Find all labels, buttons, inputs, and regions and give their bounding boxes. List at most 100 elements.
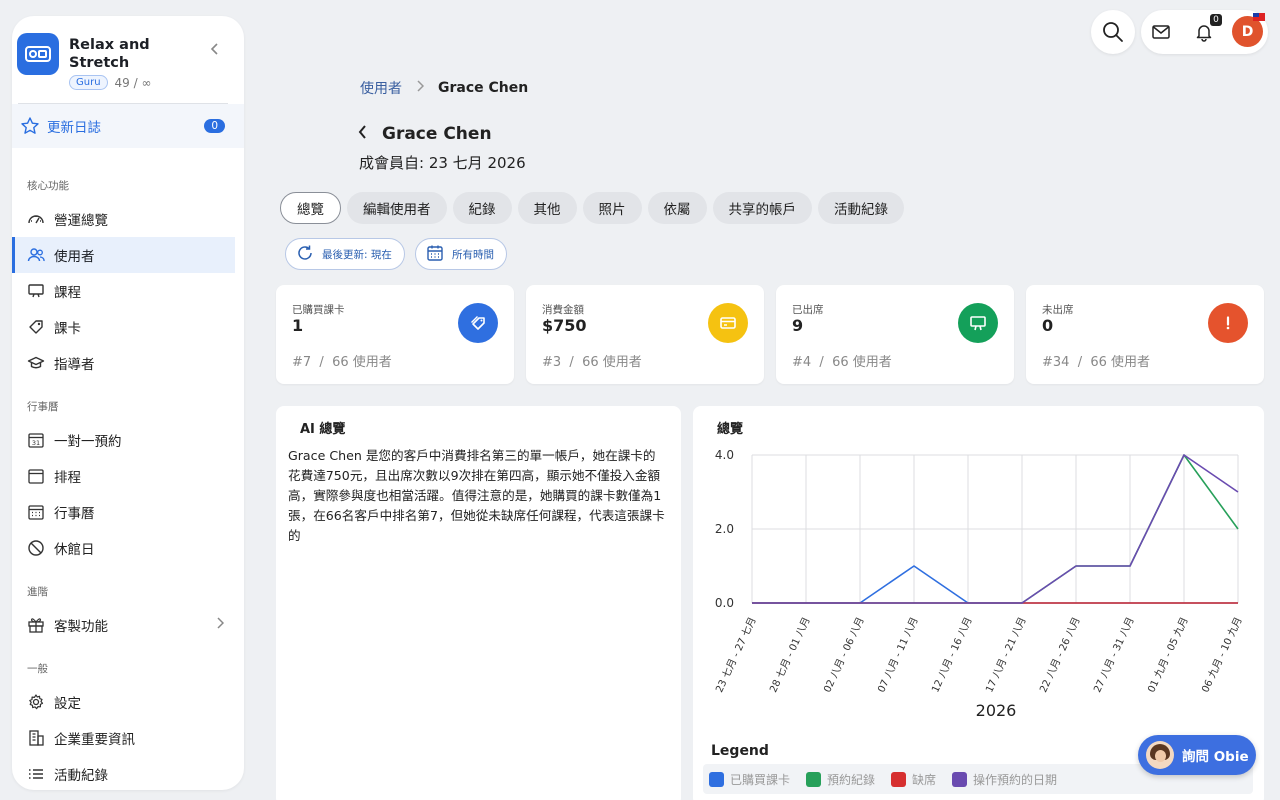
stat-rank: #7 / 66 使用者 — [292, 355, 392, 370]
changelog-label: 更新日誌 — [47, 120, 101, 136]
sidebar-item[interactable]: 排程 — [12, 458, 244, 494]
legend-title: Legend — [711, 743, 769, 759]
x-tick-label: 07 八月 - 11 八月 — [875, 615, 920, 694]
sidebar-item[interactable]: 31 一對一預約 — [12, 422, 244, 458]
stat-rank-number: #34 — [1042, 355, 1070, 370]
y-tick-label: 4.0 — [715, 448, 734, 462]
list-icon — [27, 765, 45, 783]
time-range-label: 所有時間 — [452, 248, 494, 261]
legend-swatch — [806, 771, 822, 787]
sidebar-section-title: 進階 — [27, 586, 48, 598]
stat-card: 已購買課卡 1 #7 / 66 使用者 — [276, 285, 514, 384]
calendar-31-icon: 31 — [27, 431, 45, 449]
chevron-right-icon — [416, 80, 425, 96]
exclamation-icon — [1208, 303, 1248, 343]
stat-rank-number: #7 — [292, 355, 312, 370]
title-row: Grace Chen — [358, 123, 492, 144]
time-range-chip[interactable]: 所有時間 — [415, 238, 507, 270]
sidebar-item[interactable]: 行事曆 — [12, 494, 244, 530]
ask-obie-button[interactable]: 詢問 Obie — [1138, 735, 1256, 775]
stat-rank: #34 / 66 使用者 — [1042, 355, 1151, 370]
tab[interactable]: 編輯使用者 — [347, 192, 447, 224]
tag-icon — [458, 303, 498, 343]
sidebar-item[interactable]: 使用者 — [12, 237, 235, 273]
legend-swatch — [952, 771, 968, 787]
breadcrumb: 使用者 Grace Chen — [360, 78, 528, 98]
sidebar: Relax and Stretch Guru 49 / ∞ 更新日誌 0 核心功… — [12, 16, 244, 790]
sidebar-item[interactable]: 客製功能 — [12, 607, 244, 643]
tab[interactable]: 紀錄 — [452, 192, 512, 224]
ask-obie-label: 詢問 Obie — [1182, 749, 1249, 765]
sidebar-item[interactable]: 休館日 — [12, 530, 244, 566]
presentation-icon — [958, 303, 998, 343]
ai-overview-text: Grace Chen 是您的客戶中消費排名第三的單一帳戶，她在課卡的花費達750… — [288, 448, 665, 543]
app-logo[interactable] — [17, 33, 59, 75]
legend-label: 缺席 — [912, 772, 937, 787]
sidebar-item-label: 活動紀錄 — [54, 768, 108, 784]
mail-icon[interactable] — [1151, 22, 1171, 46]
breadcrumb-users-link[interactable]: 使用者 — [360, 78, 402, 98]
stat-rank-number: #4 — [792, 355, 812, 370]
sidebar-item-label: 使用者 — [54, 249, 95, 265]
legend-item[interactable]: 缺席 — [891, 771, 936, 788]
legend-item[interactable]: 操作預約的日期 — [952, 771, 1057, 788]
sidebar-item[interactable]: 企業重要資訊 — [12, 720, 244, 756]
plan-count: 49 / ∞ — [114, 75, 152, 90]
tab[interactable]: 其他 — [517, 192, 577, 224]
sidebar-item[interactable]: 課程 — [12, 273, 244, 309]
last-updated-chip[interactable]: 最後更新: 現在 — [285, 238, 405, 270]
y-tick-label: 0.0 — [715, 596, 734, 610]
tab[interactable]: 依屬 — [647, 192, 707, 224]
back-arrow-icon[interactable] — [358, 123, 368, 144]
svg-text:31: 31 — [32, 439, 40, 447]
users-icon — [27, 246, 45, 264]
sidebar-item-label: 課卡 — [54, 321, 81, 337]
search-icon — [1103, 22, 1123, 42]
series-line — [752, 565, 1238, 604]
sidebar-item[interactable]: 指導者 — [12, 345, 244, 381]
top-actions: 0 D — [1141, 10, 1268, 54]
x-tick-label: 12 八月 - 16 八月 — [929, 615, 974, 694]
sidebar-item-label: 休館日 — [54, 542, 95, 558]
tab[interactable]: 照片 — [582, 192, 642, 224]
legend-item[interactable]: 預約紀錄 — [806, 771, 875, 788]
collapse-sidebar-icon[interactable] — [210, 40, 220, 59]
x-tick-label: 28 七月 - 01 八月 — [767, 615, 812, 694]
search-button[interactable] — [1091, 10, 1135, 54]
legend-item[interactable]: 已購買課卡 — [709, 771, 790, 788]
star-icon — [20, 116, 40, 136]
stat-value: 0 — [1042, 316, 1054, 335]
stat-value: 1 — [292, 316, 304, 335]
x-tick-label: 01 九月 - 05 九月 — [1145, 615, 1190, 694]
sidebar-item[interactable]: 活動紀錄 — [12, 756, 244, 790]
sidebar-section-title: 核心功能 — [27, 180, 69, 192]
notification-count: 0 — [1210, 14, 1222, 26]
calendar-grid-icon — [27, 503, 45, 521]
refresh-icon — [296, 244, 314, 265]
sidebar-item[interactable]: 課卡 — [12, 309, 244, 345]
plan-badge: Guru — [69, 75, 108, 90]
tab[interactable]: 活動紀錄 — [818, 192, 904, 224]
sidebar-item-label: 設定 — [54, 696, 81, 712]
x-tick-label: 17 八月 - 21 八月 — [983, 615, 1028, 694]
stat-rank-total: 66 使用者 — [582, 355, 642, 370]
tab[interactable]: 共享的帳戶 — [712, 192, 812, 224]
sidebar-item-label: 客製功能 — [54, 619, 108, 635]
sidebar-item-label: 課程 — [54, 285, 81, 301]
x-tick-label: 22 八月 - 26 八月 — [1037, 615, 1082, 694]
stat-card: 已出席 9 #4 / 66 使用者 — [776, 285, 1014, 384]
stat-value: 9 — [792, 316, 804, 335]
overview-chart: 0.0 2.0 4.0 23 七月 - 27 七月 28 七月 - 01 八月 02 八月… — [713, 448, 1244, 720]
sidebar-item[interactable]: 設定 — [12, 684, 244, 720]
sidebar-section-title: 一般 — [27, 663, 48, 675]
sidebar-item[interactable]: 營運總覽 — [12, 201, 244, 237]
credit-card-icon — [708, 303, 748, 343]
page-title: Grace Chen — [382, 123, 492, 144]
x-tick-label: 06 九月 - 10 九月 — [1199, 615, 1244, 694]
legend-swatch — [891, 771, 907, 787]
changelog-link[interactable]: 更新日誌 0 — [12, 104, 244, 148]
calendar-icon — [426, 244, 444, 265]
tab[interactable]: 總覽 — [280, 192, 341, 224]
stat-rank-total: 66 使用者 — [332, 355, 392, 370]
ai-overview-card: AI 總覽 Grace Chen 是您的客戶中消費排名第三的單一帳戶，她在課卡的… — [276, 406, 681, 800]
